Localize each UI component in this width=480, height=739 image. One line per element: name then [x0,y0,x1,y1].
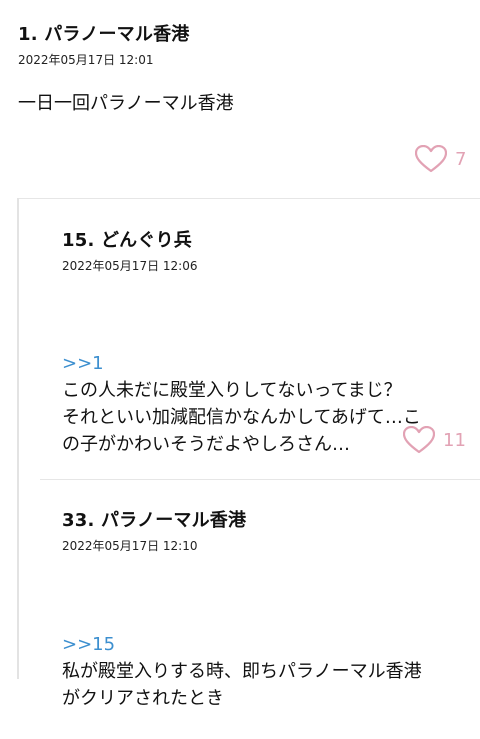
reply-anchor-link[interactable]: >>15 [62,631,472,658]
like-button[interactable]: 7 [415,145,466,173]
comment-body: 一日一回パラノーマル香港 [18,93,234,114]
comment-title: 15. どんぐり兵 [62,230,192,251]
comment-date: 2022年05月17日 12:06 [62,259,198,273]
heart-outline-icon [403,426,435,454]
like-count: 11 [443,429,466,451]
heart-outline-icon [415,145,447,173]
like-count: 7 [455,148,467,170]
comment-title: 33. パラノーマル香港 [62,510,247,531]
like-button[interactable]: 11 [403,426,466,454]
divider [17,198,480,199]
divider [40,479,480,480]
reply-anchor-link[interactable]: >>1 [62,350,472,377]
comment-body-block: >>15 私が殿堂入りする時、即ちパラノーマル香港 がクリアされたとき [62,577,472,739]
comment-body: この人未だに殿堂入りしてないってまじ？ それといい加減配信かなんかしてあげて…こ… [62,380,421,455]
comment-body: 私が殿堂入りする時、即ちパラノーマル香港 がクリアされたとき [62,661,422,709]
comment-date: 2022年05月17日 12:10 [62,539,198,553]
comment-title: 1. パラノーマル香港 [18,24,190,45]
comment-date: 2022年05月17日 12:01 [18,53,154,67]
comment-body-block: >>1 この人未だに殿堂入りしてないってまじ？ それといい加減配信かなんかしてあげ… [62,296,472,485]
reply-thread-line [17,198,19,679]
